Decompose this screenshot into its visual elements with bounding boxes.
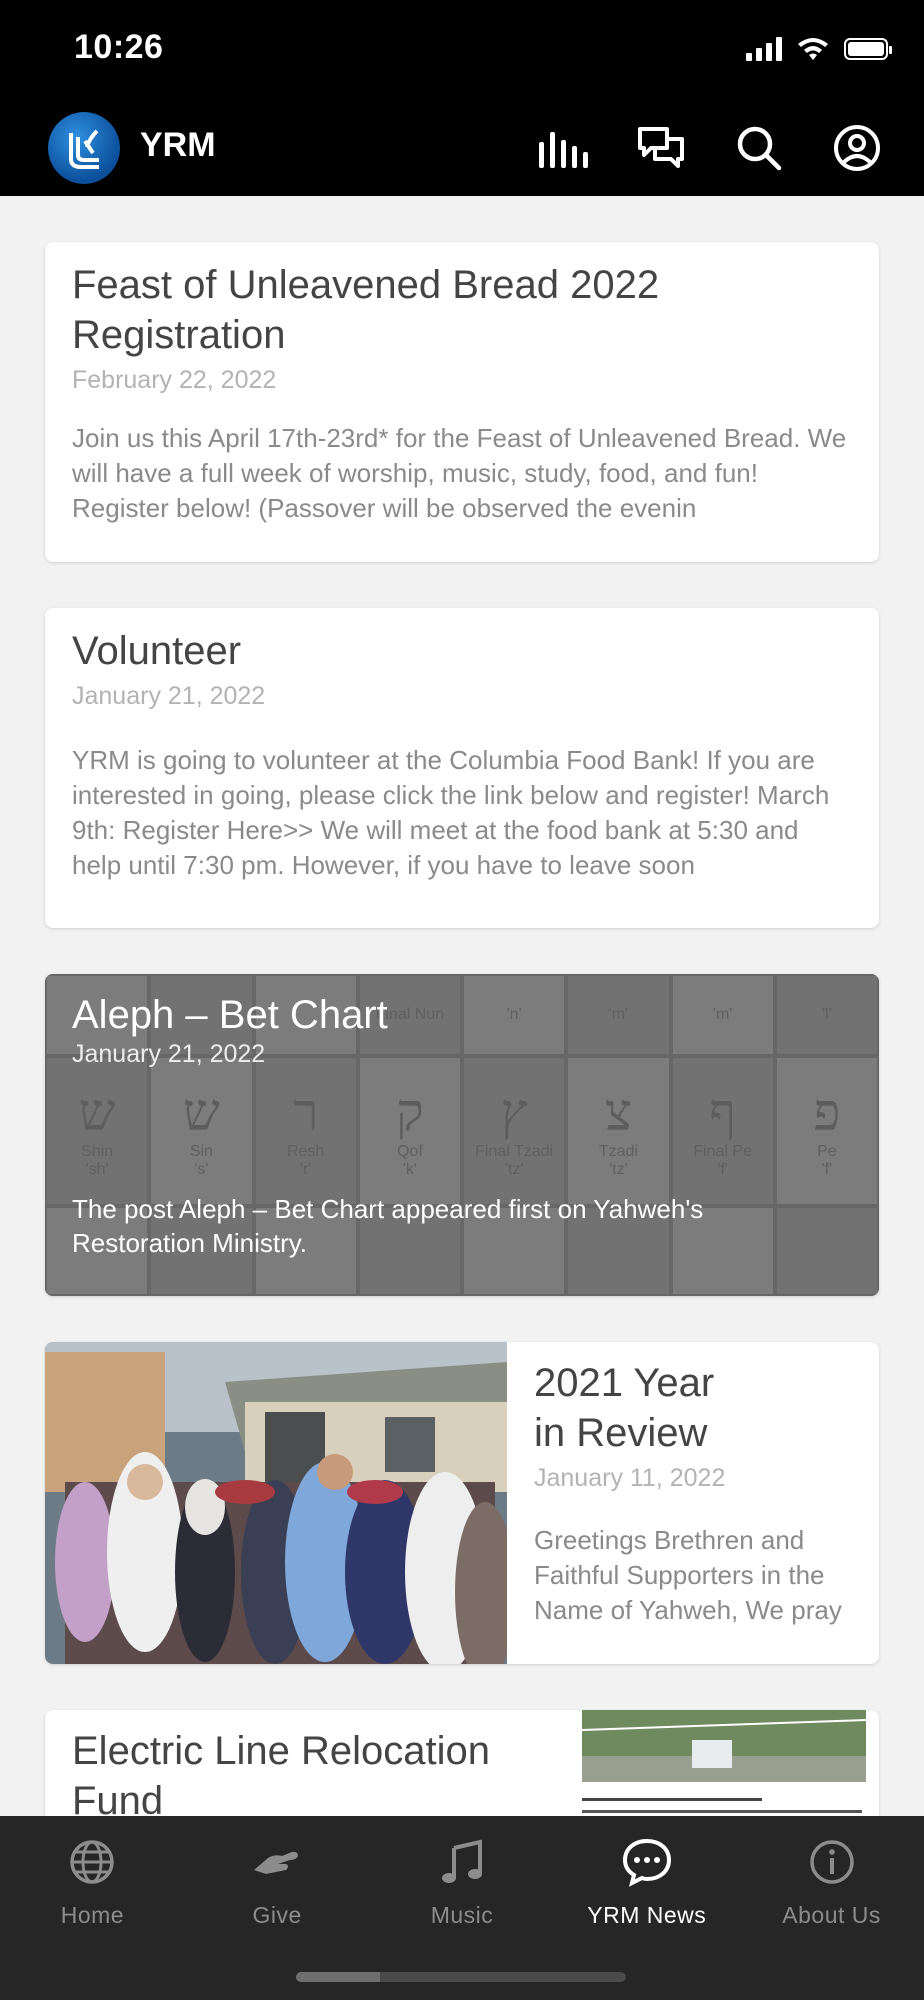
tab-bar: Home Give Music YRM News About Us: [0, 1816, 924, 2000]
document-thumbnail: [581, 1710, 867, 1870]
aleph-bet-chart-image: Final Nun'n''m''m''l' ש Shin'sh' ש Sin's' ר Re…: [45, 974, 879, 1296]
post-overlay-text: Aleph – Bet Chart January 21, 2022: [72, 990, 852, 1069]
music-note-icon: [434, 1834, 490, 1890]
news-feed: Feast of Unleavened Bread 2022 Registrat…: [45, 242, 879, 1916]
post-excerpt: YRM is going to volunteer at the Columbi…: [72, 745, 830, 880]
app-header: YRM: [0, 100, 924, 196]
chat-bubbles-icon: [638, 127, 684, 168]
post-excerpt: Join us this April 17th-23rd* for the Fe…: [72, 423, 847, 523]
bar-chart-icon: [539, 132, 588, 168]
tab-label: About Us: [782, 1902, 881, 1928]
worship-photo: [45, 1342, 507, 1664]
search-icon: [737, 126, 782, 171]
news-chat-icon: [619, 1834, 675, 1890]
home-indicator[interactable]: [296, 1972, 626, 1982]
tab-yrm-news[interactable]: YRM News: [554, 1830, 739, 1950]
post-title: Aleph – Bet Chart: [72, 993, 388, 1037]
globe-icon: [64, 1834, 120, 1890]
news-card[interactable]: Final Nun'n''m''m''l' ש Shin'sh' ש Sin's' ר Re…: [45, 974, 879, 1296]
tab-home[interactable]: Home: [0, 1830, 185, 1950]
tab-label: Give: [252, 1902, 302, 1928]
post-excerpt: The post Aleph – Bet Chart appeared firs…: [72, 1194, 704, 1258]
news-card[interactable]: Volunteer January 21, 2022 YRM is going …: [45, 608, 879, 928]
post-date: January 21, 2022: [72, 1040, 266, 1068]
tab-music[interactable]: Music: [370, 1830, 555, 1950]
header-actions: [514, 100, 906, 196]
status-time: 10:26: [74, 28, 164, 66]
tab-about-us[interactable]: About Us: [739, 1830, 924, 1950]
cellular-signal-icon: [746, 37, 782, 61]
info-icon: [804, 1834, 860, 1890]
tab-label: Music: [430, 1902, 494, 1928]
messages-button[interactable]: [612, 100, 710, 196]
post-excerpt: Greetings Brethren and Faithful Supporte…: [534, 1525, 842, 1625]
stats-button[interactable]: [514, 100, 612, 196]
battery-icon: [844, 38, 892, 60]
tab-label: Home: [60, 1902, 125, 1928]
yrm-logo-icon[interactable]: [48, 112, 120, 184]
post-title: Feast of Unleavened Bread 2022 Registrat…: [72, 263, 660, 357]
news-card[interactable]: Feast of Unleavened Bread 2022 Registrat…: [45, 242, 879, 562]
wifi-icon: [798, 38, 828, 60]
search-button[interactable]: [710, 100, 808, 196]
post-date: January 21, 2022: [72, 682, 266, 710]
profile-button[interactable]: [808, 100, 906, 196]
status-bar: 10:26: [0, 0, 924, 100]
app-title: YRM: [140, 126, 216, 164]
post-date: February 22, 2022: [72, 366, 277, 394]
post-title: 2021 Year in Review: [534, 1361, 715, 1455]
post-date: January 11, 2022: [534, 1464, 726, 1492]
post-title: Electric Line Relocation Fund: [72, 1729, 490, 1823]
post-text: 2021 Year in Review January 11, 2022 Gre…: [507, 1342, 879, 1664]
news-card[interactable]: 2021 Year in Review January 11, 2022 Gre…: [45, 1342, 879, 1664]
post-title: Volunteer: [72, 629, 242, 673]
status-icons: [746, 36, 892, 62]
give-hand-icon: [249, 1834, 305, 1890]
user-circle-icon: [834, 125, 880, 171]
tab-give[interactable]: Give: [185, 1830, 370, 1950]
tab-label: YRM News: [587, 1902, 707, 1928]
